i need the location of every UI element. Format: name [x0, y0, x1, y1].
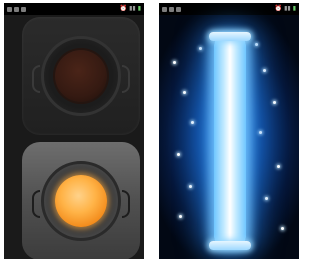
- glow-tube-screen: ⏰ ▮▮ ▮: [159, 3, 299, 259]
- sparkle-icon: [179, 215, 182, 218]
- battery-icon: ▮: [137, 5, 141, 12]
- light-off-button[interactable]: [22, 17, 140, 135]
- sparkle-icon: [191, 121, 194, 124]
- bulb-off-icon: [55, 50, 107, 102]
- tube-cap-top: [209, 32, 251, 41]
- alarm-icon: ⏰: [274, 5, 283, 12]
- light-on-button[interactable]: [22, 142, 140, 259]
- signal-icon: ▮▮: [284, 5, 291, 12]
- arc-right-icon: [122, 65, 130, 93]
- sparkle-icon: [255, 43, 258, 46]
- sparkle-icon: [281, 227, 284, 230]
- tube-cap-bottom: [209, 241, 251, 250]
- arc-left-icon: [32, 190, 40, 218]
- sd-card-icon: [14, 6, 19, 12]
- arc-right-icon: [122, 190, 130, 218]
- status-bar: ⏰ ▮▮ ▮: [4, 3, 144, 15]
- flashlight-button-screen: ⏰ ▮▮ ▮: [4, 3, 144, 259]
- sparkle-icon: [265, 197, 268, 200]
- notification-icon: [162, 6, 167, 12]
- status-bar: ⏰ ▮▮ ▮: [159, 3, 299, 15]
- sparkle-icon: [259, 131, 262, 134]
- sparkle-icon: [177, 153, 180, 156]
- usb-icon: [21, 6, 26, 12]
- sparkle-icon: [199, 47, 202, 50]
- alarm-icon: ⏰: [119, 5, 128, 12]
- sd-card-icon: [169, 6, 174, 12]
- sparkle-icon: [183, 91, 186, 94]
- glow-tube[interactable]: [214, 37, 246, 245]
- sparkle-icon: [189, 185, 192, 188]
- usb-icon: [176, 6, 181, 12]
- sparkle-icon: [263, 69, 266, 72]
- sparkle-icon: [173, 61, 176, 64]
- sparkle-icon: [273, 101, 276, 104]
- notification-icon: [7, 6, 12, 12]
- screenshot-pair: ⏰ ▮▮ ▮ ⏰ ▮▮ ▮: [0, 0, 300, 261]
- signal-icon: ▮▮: [129, 5, 136, 12]
- bulb-on-icon: [55, 175, 107, 227]
- arc-left-icon: [32, 65, 40, 93]
- bulb-ring: [32, 36, 130, 116]
- bulb-ring: [32, 161, 130, 241]
- sparkle-icon: [277, 165, 280, 168]
- battery-icon: ▮: [292, 5, 296, 12]
